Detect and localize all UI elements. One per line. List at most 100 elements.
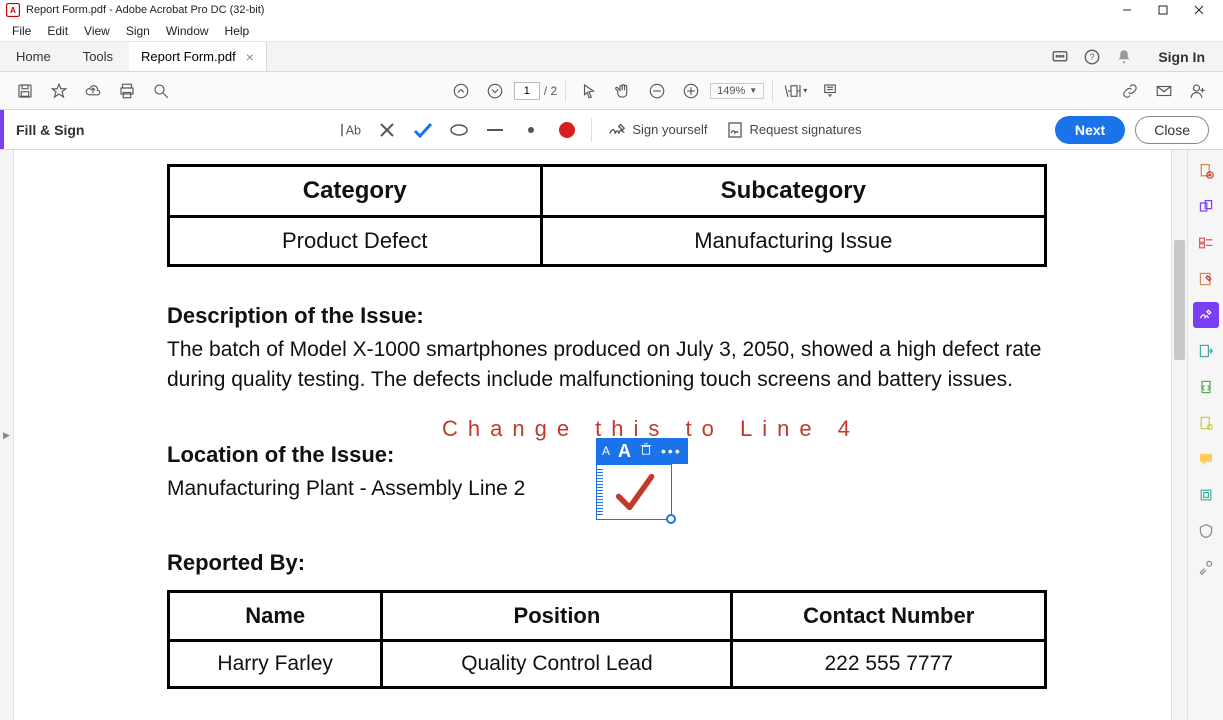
convert-tool-icon[interactable] — [1193, 374, 1219, 400]
checkmark-icon — [612, 470, 656, 514]
svg-text:A: A — [10, 6, 16, 15]
tab-tools[interactable]: Tools — [67, 42, 129, 71]
help-icon[interactable]: ? — [1076, 42, 1108, 71]
description-heading: Description of the Issue: — [167, 303, 1047, 329]
close-button[interactable]: Close — [1135, 116, 1209, 144]
svg-text:Ab: Ab — [346, 123, 361, 137]
category-header: Category — [169, 166, 542, 217]
sign-yourself-label: Sign yourself — [632, 122, 707, 137]
annotation-checkmark-box[interactable] — [596, 464, 672, 520]
vertical-scrollbar[interactable] — [1171, 150, 1187, 720]
zoom-out-icon[interactable] — [642, 76, 672, 106]
rep-contact-value: 222 555 7777 — [732, 641, 1046, 688]
menu-window[interactable]: Window — [158, 22, 217, 40]
line-tool-icon[interactable] — [477, 112, 513, 148]
rep-name-value: Harry Farley — [169, 641, 382, 688]
subcategory-value: Manufacturing Issue — [541, 217, 1045, 266]
fill-sign-label: Fill & Sign — [0, 110, 150, 149]
mail-icon[interactable] — [1149, 76, 1179, 106]
check-mark-tool-icon[interactable] — [405, 112, 441, 148]
page-total: / 2 — [544, 84, 557, 98]
tab-home[interactable]: Home — [0, 42, 67, 71]
dot-tool-icon[interactable] — [513, 112, 549, 148]
menu-sign[interactable]: Sign — [118, 22, 158, 40]
cloud-upload-icon[interactable] — [78, 76, 108, 106]
workspace: ▶ Category Subcategory Product Defect Ma… — [0, 150, 1223, 720]
page-current-input[interactable] — [514, 82, 540, 100]
main-toolbar: / 2 149%▼ ▾ — [0, 72, 1223, 110]
minimize-button[interactable] — [1109, 0, 1145, 20]
annotation-size-down[interactable]: A — [602, 444, 610, 458]
organize-pages-tool-icon[interactable] — [1193, 230, 1219, 256]
annotation-move-handle[interactable] — [597, 469, 603, 515]
read-mode-icon[interactable] — [815, 76, 845, 106]
chat-icon[interactable] — [1044, 42, 1076, 71]
window-title: Report Form.pdf - Adobe Acrobat Pro DC (… — [26, 4, 264, 16]
annotation-toolbar: A A ••• — [596, 438, 688, 464]
menu-bar: File Edit View Sign Window Help — [0, 20, 1223, 42]
combine-files-tool-icon[interactable] — [1193, 194, 1219, 220]
star-icon[interactable] — [44, 76, 74, 106]
maximize-button[interactable] — [1145, 0, 1181, 20]
select-tool-icon[interactable] — [574, 76, 604, 106]
sign-in-button[interactable]: Sign In — [1140, 42, 1223, 71]
tabs-bar: Home Tools Report Form.pdf × ? Sign In — [0, 42, 1223, 72]
bell-icon[interactable] — [1108, 42, 1140, 71]
export-pdf-tool-icon[interactable] — [1193, 338, 1219, 364]
share-user-icon[interactable] — [1183, 76, 1213, 106]
reported-by-heading: Reported By: — [167, 550, 1047, 576]
comment-tool-icon[interactable] — [1193, 446, 1219, 472]
category-value: Product Defect — [169, 217, 542, 266]
annotation-more-icon[interactable]: ••• — [661, 443, 682, 459]
zoom-dropdown[interactable]: 149%▼ — [710, 83, 764, 99]
menu-edit[interactable]: Edit — [39, 22, 76, 40]
zoom-value: 149% — [717, 85, 745, 97]
rep-position-value: Quality Control Lead — [382, 641, 732, 688]
page-indicator: / 2 — [514, 82, 557, 100]
menu-help[interactable]: Help — [217, 22, 258, 40]
signature-icon — [608, 122, 626, 138]
print-icon[interactable] — [112, 76, 142, 106]
menu-file[interactable]: File — [4, 22, 39, 40]
close-window-button[interactable] — [1181, 0, 1217, 20]
chevron-right-icon: ▶ — [3, 430, 10, 441]
annotation-resize-handle[interactable] — [666, 514, 676, 524]
share-file-tool-icon[interactable] — [1193, 410, 1219, 436]
more-tools-icon[interactable] — [1193, 554, 1219, 580]
tab-close-icon[interactable]: × — [246, 49, 254, 65]
page-up-icon[interactable] — [446, 76, 476, 106]
reported-by-table: Name Position Contact Number Harry Farle… — [167, 590, 1047, 689]
x-mark-tool-icon[interactable] — [369, 112, 405, 148]
tab-document[interactable]: Report Form.pdf × — [129, 42, 267, 71]
hand-tool-icon[interactable] — [608, 76, 638, 106]
request-signatures-button[interactable]: Request signatures — [717, 121, 871, 139]
scrollbar-thumb[interactable] — [1174, 240, 1185, 360]
fill-sign-toolbar: Fill & Sign Ab Sign yourself Request sig… — [0, 110, 1223, 150]
annotation-size-up[interactable]: A — [618, 441, 631, 462]
search-icon[interactable] — [146, 76, 176, 106]
create-pdf-tool-icon[interactable] — [1193, 158, 1219, 184]
link-share-icon[interactable] — [1115, 76, 1145, 106]
text-tool-icon[interactable]: Ab — [333, 112, 369, 148]
category-table: Category Subcategory Product Defect Manu… — [167, 164, 1047, 267]
save-icon[interactable] — [10, 76, 40, 106]
fill-sign-tool-icon[interactable] — [1193, 302, 1219, 328]
print-production-tool-icon[interactable] — [1193, 482, 1219, 508]
color-tool-icon[interactable] — [549, 112, 585, 148]
circle-tool-icon[interactable] — [441, 112, 477, 148]
request-signatures-icon — [727, 121, 743, 139]
title-bar: A Report Form.pdf - Adobe Acrobat Pro DC… — [0, 0, 1223, 20]
annotation-delete-icon[interactable] — [639, 442, 653, 461]
page-down-icon[interactable] — [480, 76, 510, 106]
zoom-in-icon[interactable] — [676, 76, 706, 106]
sign-yourself-button[interactable]: Sign yourself — [598, 122, 717, 138]
left-panel-toggle[interactable]: ▶ — [0, 150, 14, 720]
description-body: The batch of Model X-1000 smartphones pr… — [167, 335, 1047, 396]
document-area[interactable]: Category Subcategory Product Defect Manu… — [14, 150, 1171, 720]
protect-tool-icon[interactable] — [1193, 518, 1219, 544]
next-button[interactable]: Next — [1055, 116, 1125, 144]
fit-width-icon[interactable]: ▾ — [781, 76, 811, 106]
menu-view[interactable]: View — [76, 22, 118, 40]
rep-name-header: Name — [169, 592, 382, 641]
edit-pdf-tool-icon[interactable] — [1193, 266, 1219, 292]
